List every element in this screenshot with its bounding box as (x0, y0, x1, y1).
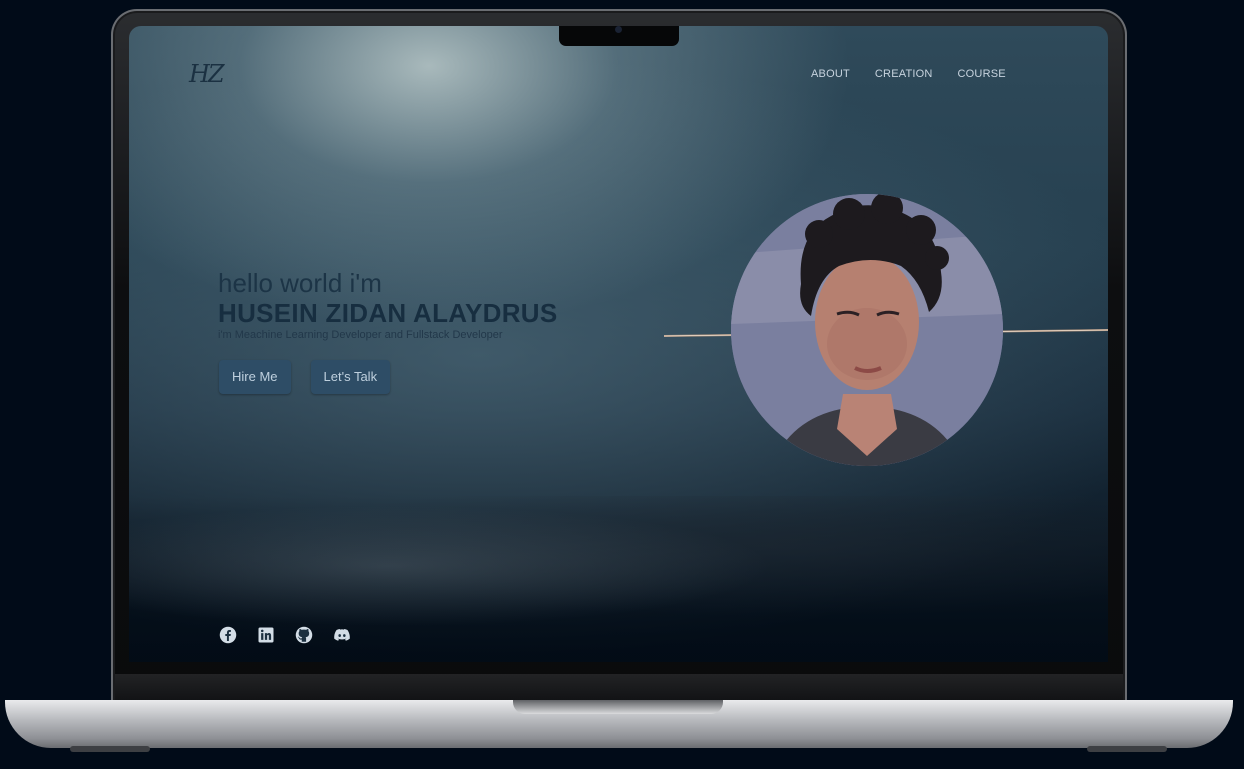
laptop-base (5, 700, 1233, 748)
hero-greeting: hello world i'm (218, 268, 382, 298)
laptop-foot-right (1087, 746, 1167, 752)
profile-portrait-illustration (731, 194, 1003, 466)
discord-icon[interactable] (333, 626, 351, 644)
social-links (219, 626, 351, 644)
hire-me-button[interactable]: Hire Me (219, 360, 291, 394)
hero-name: HUSEIN ZIDAN ALAYDRUS (218, 298, 558, 328)
nav-link-course[interactable]: COURSE (958, 68, 1006, 80)
camera-icon (615, 26, 622, 33)
camera-notch (559, 26, 679, 46)
laptop-thumb-notch (513, 700, 723, 714)
hero-buttons: Hire Me Let's Talk (219, 360, 391, 394)
nav-link-about[interactable]: ABOUT (811, 68, 850, 80)
laptop-screen: HZ ABOUT CREATION COURSE hello world i'm… (129, 26, 1108, 662)
main-nav: ABOUT CREATION COURSE (811, 68, 1006, 80)
profile-photo (731, 194, 1003, 466)
lets-talk-button[interactable]: Let's Talk (310, 360, 391, 394)
hero-subtitle: i'm Meachine Learning Developer and Full… (218, 329, 503, 341)
linkedin-icon[interactable] (257, 626, 275, 644)
hero-section: hello world i'm HUSEIN ZIDAN ALAYDRUS i'… (218, 268, 558, 341)
nav-link-creation[interactable]: CREATION (875, 68, 933, 80)
github-icon[interactable] (295, 626, 313, 644)
laptop-foot-left (70, 746, 150, 752)
laptop-hinge (115, 674, 1123, 702)
facebook-icon[interactable] (219, 626, 237, 644)
site-logo[interactable]: HZ (189, 60, 225, 88)
